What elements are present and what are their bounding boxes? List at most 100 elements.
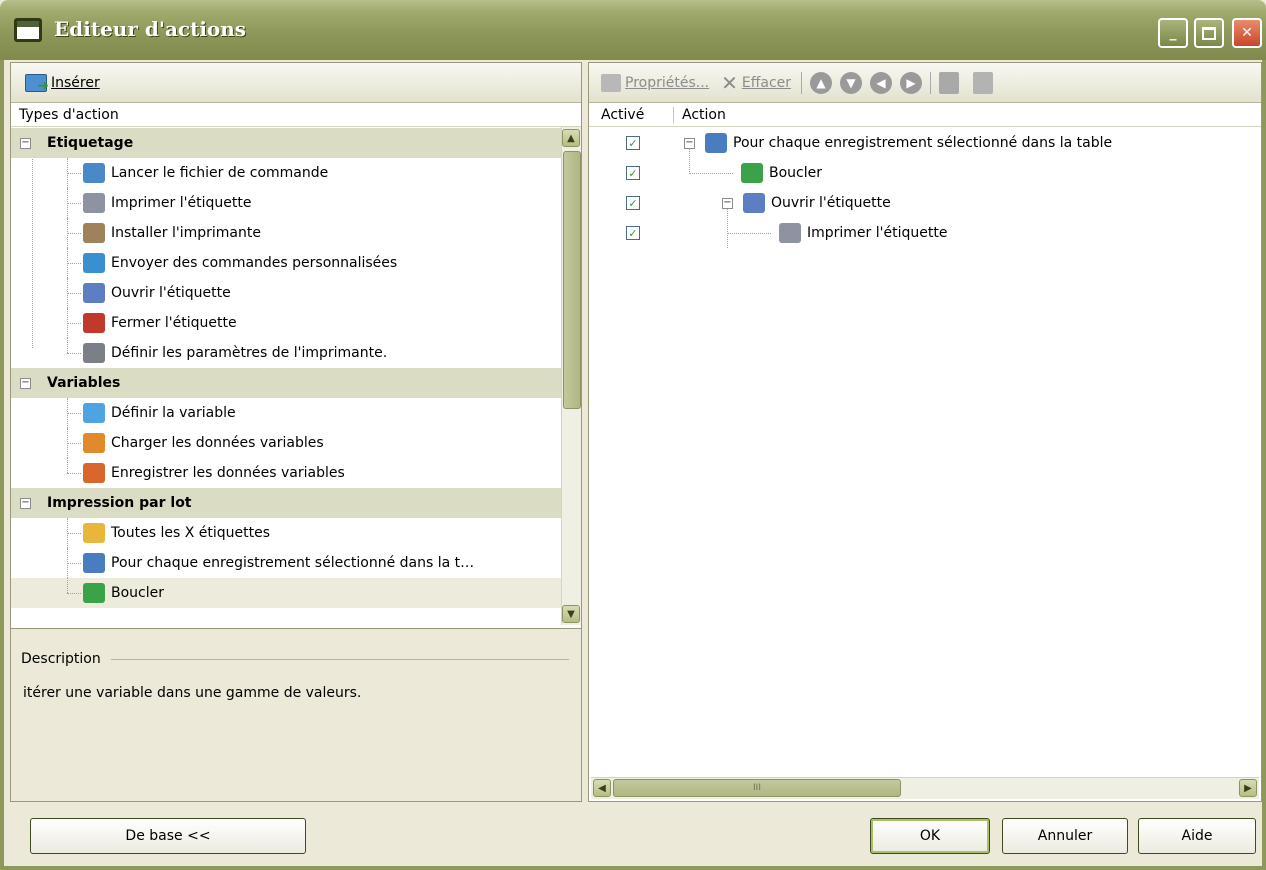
delete-icon: ✕ (721, 70, 738, 95)
action-row[interactable]: ✓ Boucler (589, 158, 1259, 188)
close-label-icon (83, 313, 105, 333)
tree-item-label: Charger les données variables (111, 435, 324, 451)
tree-item[interactable]: Fermer l'étiquette (11, 308, 561, 338)
enabled-checkbox[interactable]: ✓ (626, 196, 640, 210)
tree-item[interactable]: Enregistrer les données variables (11, 458, 561, 488)
collapse-icon[interactable]: − (20, 497, 31, 509)
actions-header[interactable]: Activé Action (589, 103, 1261, 127)
tree-item[interactable]: Envoyer des commandes personnalisées (11, 248, 561, 278)
tree-item[interactable]: Définir la variable (11, 398, 561, 428)
paste-icon[interactable] (973, 71, 994, 94)
tree-item-label: Définir les paramètres de l'imprimante. (111, 345, 388, 361)
actions-toolbar: Propriétés... ✕ Effacer ▲ ▼ ◀ ▶ (589, 63, 1261, 103)
tree-item[interactable]: Charger les données variables (11, 428, 561, 458)
description-text: itérer une variable dans une gamme de va… (23, 685, 362, 701)
cancel-button[interactable]: Annuler (1002, 818, 1128, 854)
collapse-icon[interactable]: − (20, 377, 31, 389)
window-icon (14, 18, 42, 42)
close-button[interactable]: ✕ (1232, 18, 1262, 48)
move-left-icon[interactable]: ◀ (870, 71, 893, 94)
enabled-checkbox[interactable]: ✓ (626, 226, 640, 240)
group-etiquetage[interactable]: − Etiquetage (11, 128, 561, 158)
tree-item-selected[interactable]: Boucler (11, 578, 561, 608)
insert-toolbar: ➜ Insérer (11, 63, 581, 103)
description-divider (110, 658, 569, 660)
basic-mode-button[interactable]: De base << (30, 818, 306, 854)
enabled-checkbox[interactable]: ✓ (626, 166, 640, 180)
tree-item[interactable]: Pour chaque enregistrement sélectionné d… (11, 548, 561, 578)
move-up-icon[interactable]: ▲ (810, 71, 833, 94)
collapse-icon[interactable]: − (20, 137, 31, 149)
copy-icon[interactable] (939, 71, 960, 94)
open-label-icon (743, 193, 765, 213)
help-button[interactable]: Aide (1138, 818, 1256, 854)
install-printer-icon (83, 223, 105, 243)
tree-item-label: Boucler (111, 585, 164, 601)
tree-item[interactable]: Installer l'imprimante (11, 218, 561, 248)
group-label: Variables (47, 375, 121, 391)
printer-settings-icon (83, 343, 105, 363)
ok-label: OK (919, 828, 941, 844)
gear-icon (83, 253, 105, 273)
loop-icon (741, 163, 763, 183)
insert-label: Insérer (51, 74, 100, 91)
action-label: Boucler (769, 165, 822, 181)
enabled-checkbox[interactable]: ✓ (626, 136, 640, 150)
tree-item[interactable]: Lancer le fichier de commande (11, 158, 561, 188)
scroll-up-icon[interactable]: ▲ (562, 129, 580, 147)
tree-item-label: Lancer le fichier de commande (111, 165, 329, 181)
tree-item-label: Envoyer des commandes personnalisées (111, 255, 398, 271)
open-label-icon (83, 283, 105, 303)
group-variables[interactable]: − Variables (11, 368, 561, 398)
maximize-icon (1202, 26, 1216, 40)
group-label: Impression par lot (47, 495, 192, 511)
command-file-icon (83, 163, 105, 183)
printer-icon (779, 223, 801, 243)
tree-item[interactable]: Ouvrir l'étiquette (11, 278, 561, 308)
scroll-thumb[interactable] (563, 151, 581, 409)
ok-button[interactable]: OK (870, 818, 990, 854)
properties-button[interactable]: Propriétés... (625, 75, 709, 91)
help-label: Aide (1181, 828, 1213, 844)
collapse-icon[interactable]: − (684, 137, 695, 149)
scroll-grip: III (753, 783, 761, 793)
tree-item[interactable]: Définir les paramètres de l'imprimante. (11, 338, 561, 368)
move-right-icon[interactable]: ▶ (900, 71, 923, 94)
tree-item-label: Pour chaque enregistrement sélectionné d… (111, 555, 475, 571)
insert-button[interactable]: ➜ Insérer (25, 73, 100, 93)
action-types-header[interactable]: Types d'action (11, 103, 581, 127)
move-down-icon[interactable]: ▼ (840, 71, 863, 94)
scroll-left-icon[interactable]: ◀ (593, 779, 611, 797)
action-row[interactable]: ✓ − Ouvrir l'étiquette (589, 188, 1259, 218)
horizontal-scroll-thumb[interactable]: III (613, 779, 901, 797)
properties-icon (601, 73, 621, 92)
tree-item-label: Toutes les X étiquettes (111, 525, 270, 541)
action-row[interactable]: ✓ Imprimer l'étiquette (589, 218, 1259, 248)
for-each-record-icon (83, 553, 105, 573)
delete-button[interactable]: Effacer (742, 75, 791, 91)
tree-item[interactable]: Toutes les X étiquettes (11, 518, 561, 548)
group-batch-printing[interactable]: − Impression par lot (11, 488, 561, 518)
vertical-scrollbar[interactable]: ▲ ▼ (561, 127, 581, 625)
action-types-panel: ➜ Insérer Types d'action − Etiquetage Lan… (10, 62, 582, 802)
for-each-record-icon (705, 133, 727, 153)
basic-mode-label: De base << (125, 828, 211, 844)
actions-panel: Propriétés... ✕ Effacer ▲ ▼ ◀ ▶ Activé A… (588, 62, 1262, 802)
horizontal-scrollbar[interactable]: ◀ III ▶ (591, 777, 1259, 799)
tree-item-label: Définir la variable (111, 405, 236, 421)
scroll-right-icon[interactable]: ▶ (1239, 779, 1257, 797)
action-label: Imprimer l'étiquette (807, 225, 948, 241)
action-column-header[interactable]: Action (682, 107, 726, 123)
action-label: Pour chaque enregistrement sélectionné d… (733, 135, 1113, 151)
tree-item-label: Imprimer l'étiquette (111, 195, 252, 211)
action-row[interactable]: ✓ − Pour chaque enregistrement sélection… (589, 128, 1259, 158)
toolbar-separator (930, 71, 932, 94)
maximize-button[interactable] (1194, 18, 1224, 48)
title-bar[interactable]: Editeur d'actions _ ✕ (0, 0, 1266, 60)
minimize-button[interactable]: _ (1158, 18, 1188, 48)
enabled-column-header[interactable]: Activé (601, 107, 673, 123)
printer-icon (83, 193, 105, 213)
scroll-down-icon[interactable]: ▼ (562, 605, 580, 623)
tree-item[interactable]: Imprimer l'étiquette (11, 188, 561, 218)
collapse-icon[interactable]: − (722, 197, 733, 209)
